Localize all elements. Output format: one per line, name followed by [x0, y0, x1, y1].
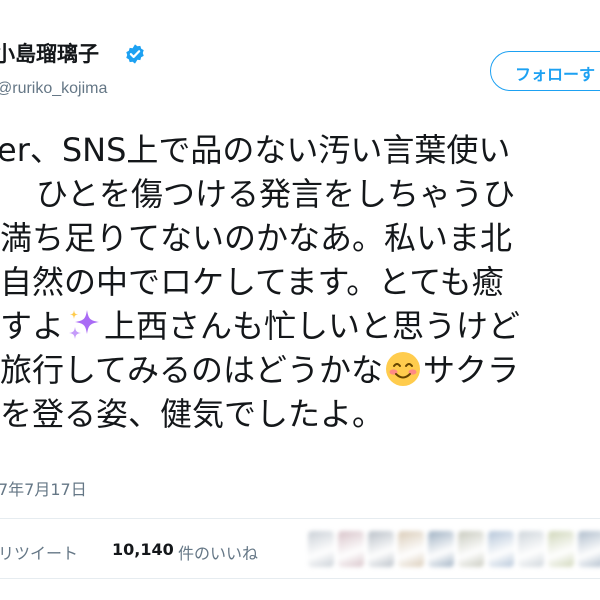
likes-label[interactable]: 件のいいね: [178, 540, 258, 564]
liker-avatar[interactable]: [338, 531, 364, 567]
tweet-segment: すよ: [0, 307, 65, 345]
liker-avatar[interactable]: [428, 531, 454, 567]
liker-avatar[interactable]: [548, 531, 574, 567]
liker-avatar[interactable]: [458, 531, 484, 567]
tweet-line: 満ち足りてないのかなあ。私いま北: [0, 219, 513, 257]
verified-badge-icon: [126, 44, 144, 64]
tweet-line: を登る姿、健気でしたよ。: [0, 395, 385, 433]
tweet-line: すよ 上西さんも忙しいと思うけど: [0, 304, 520, 348]
liker-avatar[interactable]: [518, 531, 544, 567]
tweet-line: 旅行してみるのはどうかな サクラ: [0, 348, 519, 392]
smiling-face-icon: [386, 352, 421, 386]
follow-button[interactable]: フォローす: [490, 51, 600, 91]
tweet-segment: 旅行してみるのはどうかな: [0, 351, 384, 389]
tweet-line: 自然の中でロケしてます。とても癒: [0, 263, 504, 301]
tweet-line: er、SNS上で品のない汚い言葉使い: [0, 131, 511, 169]
retweets-label[interactable]: リツイート: [0, 540, 78, 564]
tweet-line: ひとを傷つける発言をしちゃうひ: [36, 175, 516, 213]
sparkles-icon: [69, 310, 100, 339]
divider: [0, 518, 600, 519]
likes-count[interactable]: 10,140: [112, 540, 174, 559]
liker-avatar[interactable]: [488, 531, 514, 567]
divider: [0, 578, 600, 579]
liker-avatar[interactable]: [398, 531, 424, 567]
tweet-segment: 上西さんも忙しいと思うけど: [104, 307, 521, 345]
author-handle[interactable]: @ruriko_kojima: [0, 80, 107, 98]
tweet-segment: サクラ: [423, 351, 520, 389]
liker-avatar[interactable]: [308, 531, 334, 567]
author-name[interactable]: 小島瑠璃子: [0, 38, 99, 68]
tweet-timestamp[interactable]: 7年7月17日: [0, 476, 87, 500]
liker-avatar[interactable]: [578, 531, 600, 567]
liker-avatar[interactable]: [368, 531, 394, 567]
